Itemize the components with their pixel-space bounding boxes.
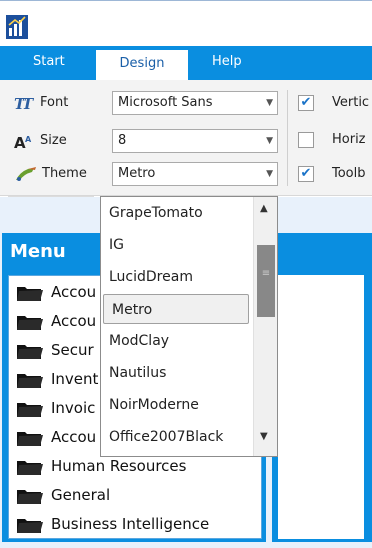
theme-row-label: Theme [14, 163, 87, 185]
menu-item-label: Accou [51, 428, 97, 446]
menu-item[interactable]: Accou [15, 280, 96, 304]
menu-item-label: Invoic [51, 399, 96, 417]
size-label: Size [40, 133, 67, 148]
menu-item-label: Business Intelligence [51, 515, 210, 533]
dropdown-option[interactable]: GrapeTomato [101, 198, 249, 228]
dropdown-option[interactable]: IG [101, 230, 249, 260]
size-combo-value: 8 [118, 133, 127, 148]
font-row-label: T T Font [14, 92, 68, 114]
size-row-label: A A Size [14, 130, 67, 152]
menu-item[interactable]: General [15, 483, 110, 507]
menu-item[interactable]: Invoic [15, 396, 95, 420]
folder-icon [17, 518, 43, 533]
menu-item-label: Accou [51, 283, 97, 301]
font-combo[interactable]: Microsoft Sans ▼ [112, 91, 278, 115]
dropdown-option[interactable]: ModClay [101, 326, 249, 356]
toolbar-checkbox-label: Toolb [332, 166, 366, 181]
theme-combo-value: Metro [118, 166, 156, 181]
menu-item[interactable]: Secur [15, 338, 94, 362]
menu-item-label: Human Resources [51, 457, 187, 475]
svg-text:T: T [22, 95, 35, 111]
vertical-checkbox-label: Vertic [332, 95, 370, 110]
dropdown-option[interactable]: NoirModerne [101, 390, 249, 420]
svg-text:A: A [25, 135, 32, 144]
folder-icon [17, 460, 43, 475]
menu-item[interactable]: Invent [15, 367, 98, 391]
folder-icon [17, 286, 43, 301]
vertical-checkbox[interactable]: ✔ [298, 95, 314, 111]
folder-icon [17, 315, 43, 330]
side-panel [272, 233, 372, 542]
font-icon: T T [14, 95, 35, 113]
app-icon[interactable] [6, 15, 28, 39]
horizontal-checkbox-label: Horiz [332, 132, 366, 147]
menu-item[interactable]: Accou [15, 309, 96, 333]
toolbar-checkbox[interactable]: ✔ [298, 166, 314, 182]
menu-item[interactable]: Business Intelligence [15, 512, 209, 536]
dropdown-option[interactable]: Metro [103, 294, 249, 324]
folder-icon [17, 344, 43, 359]
theme-label: Theme [42, 166, 87, 181]
theme-combo[interactable]: Metro ▼ [112, 162, 278, 186]
tab-help[interactable]: Help [212, 54, 242, 69]
dropdown-scrollbar[interactable]: ▲ ≡ ▼ [253, 197, 277, 456]
ribbon-tab-bar: Start Design Help [0, 46, 372, 80]
scroll-up-icon[interactable]: ▲ [260, 203, 268, 214]
scroll-down-icon[interactable]: ▼ [260, 431, 268, 442]
grip-icon: ≡ [261, 268, 271, 279]
menu-item-label: Accou [51, 312, 97, 330]
ribbon-panel: T T Font Microsoft Sans ▼ A A Size 8 ▼ T… [0, 80, 372, 214]
horizontal-checkbox[interactable] [298, 132, 314, 148]
ribbon-separator [287, 90, 288, 186]
font-label: Font [40, 95, 69, 110]
dropdown-option[interactable]: LucidDream [101, 262, 249, 292]
menu-item-label: Invent [51, 370, 99, 388]
menu-item-label: General [51, 486, 111, 504]
theme-icon [16, 166, 36, 181]
size-combo[interactable]: 8 ▼ [112, 129, 278, 153]
folder-icon [17, 431, 43, 446]
dropdown-option[interactable]: Nautilus [101, 358, 249, 388]
chevron-down-icon[interactable]: ▼ [266, 163, 273, 185]
chevron-down-icon[interactable]: ▼ [266, 92, 273, 114]
theme-dropdown-list[interactable]: ▲ ≡ ▼ GrapeTomato IG LucidDream Metro ModCla… [100, 196, 278, 457]
menu-item[interactable]: Accou [15, 425, 96, 449]
font-combo-value: Microsoft Sans [118, 95, 213, 110]
folder-icon [17, 373, 43, 388]
dropdown-option[interactable]: Office2007Black [101, 422, 249, 452]
folder-icon [17, 489, 43, 504]
scrollbar-thumb[interactable]: ≡ [257, 245, 275, 317]
menu-item-label: Secur [51, 341, 94, 359]
side-panel-body [278, 275, 364, 539]
tab-design[interactable]: Design [96, 50, 188, 80]
chevron-down-icon[interactable]: ▼ [266, 130, 273, 152]
menu-title: Menu [10, 241, 66, 262]
tab-start[interactable]: Start [33, 54, 65, 69]
menu-item[interactable]: Human Resources [15, 454, 186, 478]
title-bar [0, 0, 372, 46]
size-icon: A A [14, 134, 32, 152]
folder-icon [17, 402, 43, 417]
